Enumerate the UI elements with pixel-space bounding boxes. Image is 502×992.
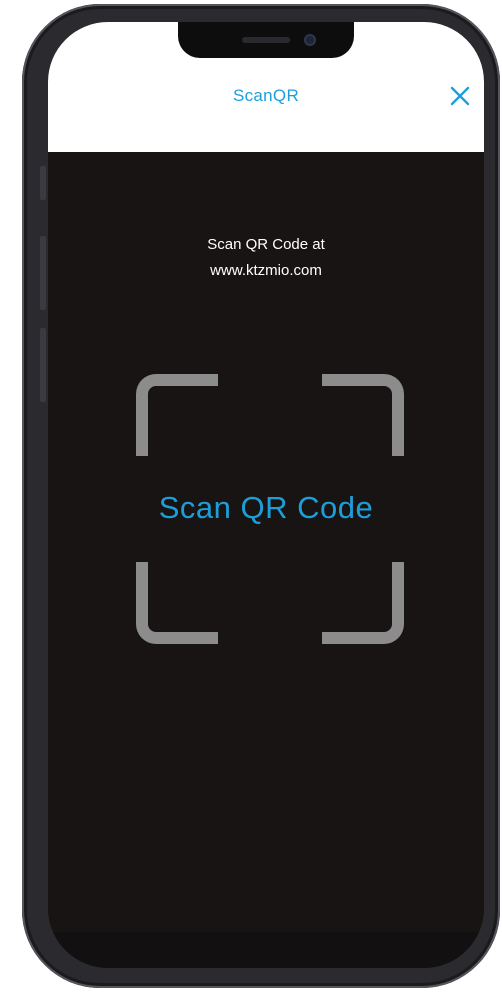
frame-corner-bottom-left xyxy=(136,562,218,644)
volume-down-button xyxy=(40,328,46,402)
mute-switch xyxy=(40,166,46,200)
frame-corner-top-left xyxy=(136,374,218,456)
close-button[interactable] xyxy=(444,80,476,112)
scan-instructions: Scan QR Code at www.ktzmio.com xyxy=(48,232,484,284)
phone-screen: ScanQR Scan QR Code at www.ktzmio.com Sc… xyxy=(48,22,484,968)
frame-corner-bottom-right xyxy=(322,562,404,644)
instruction-line-1: Scan QR Code at xyxy=(207,236,325,253)
bottom-safe-area xyxy=(48,932,484,968)
notch xyxy=(178,22,354,58)
front-camera-icon xyxy=(304,34,316,46)
speaker-grille xyxy=(242,37,290,43)
frame-corner-top-right xyxy=(322,374,404,456)
instruction-url: www.ktzmio.com xyxy=(210,262,322,279)
close-icon xyxy=(450,86,470,106)
page-title: ScanQR xyxy=(232,86,300,105)
scan-frame-label: Scan QR Code xyxy=(158,490,374,525)
camera-viewfinder[interactable]: Scan QR Code at www.ktzmio.com Scan QR C… xyxy=(48,152,484,932)
volume-up-button xyxy=(40,236,46,310)
